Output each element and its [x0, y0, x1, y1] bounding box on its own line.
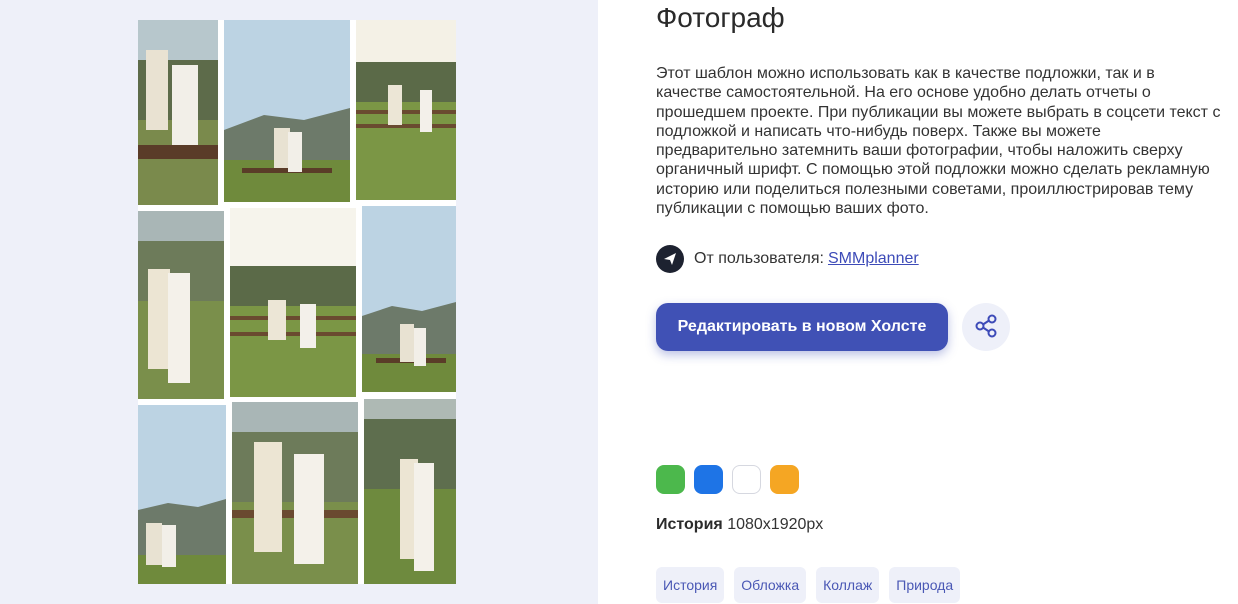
- preview-panel: [0, 0, 598, 604]
- color-swatches: [656, 465, 799, 494]
- template-preview-collage: [138, 20, 456, 584]
- template-description: Этот шаблон можно использовать как в кач…: [656, 65, 1221, 218]
- photo-tile: [138, 405, 226, 584]
- photo-tile: [232, 402, 358, 584]
- photo-tile: [230, 208, 356, 397]
- photo-tile: [356, 20, 456, 200]
- photo-tile: [224, 20, 350, 202]
- template-format: История 1080x1920px: [656, 516, 823, 534]
- tag[interactable]: История: [656, 567, 725, 603]
- color-swatch[interactable]: [770, 465, 799, 494]
- author-info: От пользователя: SMMplanner: [656, 245, 919, 273]
- color-swatch[interactable]: [732, 465, 761, 494]
- template-details: Фотограф Этот шаблон можно использовать …: [598, 0, 1238, 604]
- paper-plane-icon: [656, 245, 684, 273]
- format-label: История: [656, 516, 723, 533]
- edit-in-canvas-button[interactable]: Редактировать в новом Холсте: [656, 303, 948, 351]
- tag[interactable]: Обложка: [734, 567, 807, 603]
- tag-list: История Обложка Коллаж Природа: [656, 567, 961, 603]
- photo-tile: [138, 211, 224, 399]
- format-size: 1080x1920px: [727, 516, 824, 533]
- color-swatch[interactable]: [656, 465, 685, 494]
- photo-tile: [362, 206, 456, 392]
- author-prefix: От пользователя:: [694, 250, 824, 267]
- color-swatch[interactable]: [694, 465, 723, 494]
- tag[interactable]: Природа: [889, 567, 961, 603]
- tag[interactable]: Коллаж: [816, 567, 880, 603]
- share-button[interactable]: [962, 303, 1010, 351]
- author-link[interactable]: SMMplanner: [828, 250, 919, 268]
- page-title: Фотограф: [656, 2, 785, 33]
- photo-tile: [138, 20, 218, 205]
- photo-tile: [364, 399, 456, 584]
- share-icon: [973, 313, 999, 342]
